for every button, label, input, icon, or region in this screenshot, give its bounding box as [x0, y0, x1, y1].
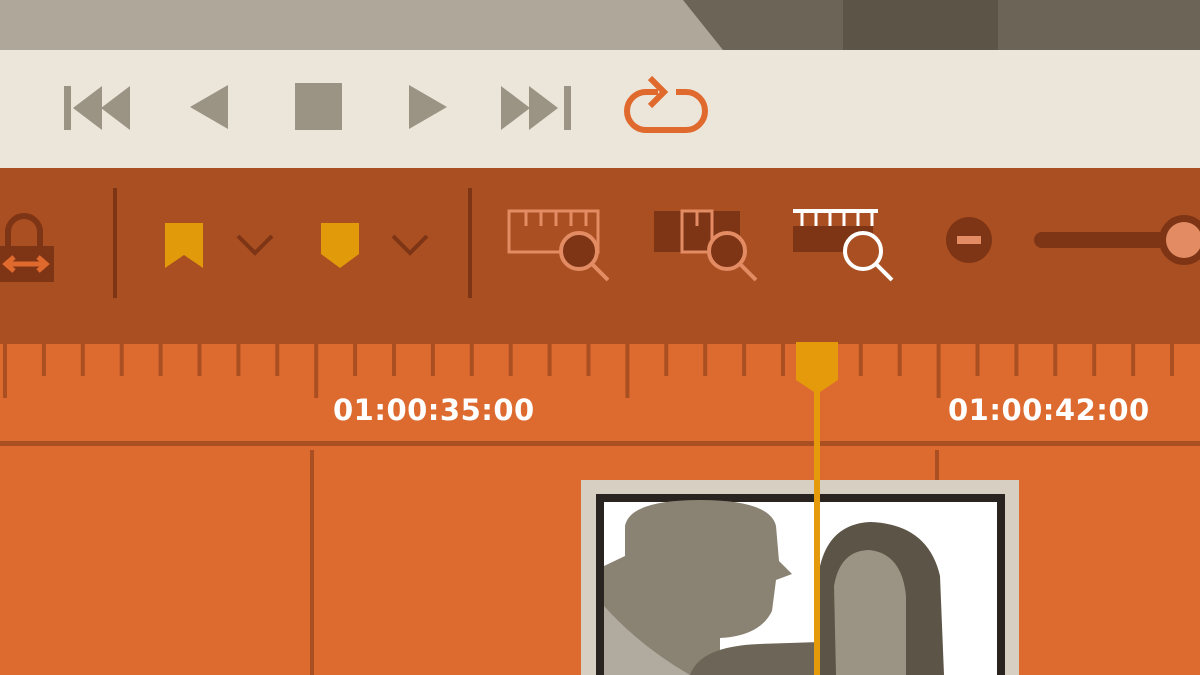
ruler-tick: [547, 342, 552, 376]
zoom-out-icon[interactable]: [945, 216, 993, 264]
zoom-to-selection-icon[interactable]: [654, 208, 764, 284]
playhead-line: [814, 387, 820, 675]
ruler-tick: [858, 342, 863, 376]
go-to-end-icon[interactable]: [501, 86, 573, 132]
toolbar-divider: [468, 188, 472, 298]
ruler-tick: [119, 342, 124, 376]
ruler-tick: [353, 342, 358, 376]
playhead-handle[interactable]: [796, 342, 838, 394]
ruler-major-tick: [936, 342, 941, 398]
ruler-tick: [1170, 342, 1174, 376]
ruler-tick: [1131, 342, 1136, 376]
ruler-tick: [197, 342, 202, 376]
ruler-tick: [392, 342, 396, 376]
ruler-tick: [469, 342, 474, 376]
ruler-baseline: [0, 338, 1200, 344]
ruler-tick: [586, 342, 591, 376]
in-marker-icon[interactable]: [321, 223, 361, 269]
marker-icon[interactable]: [165, 223, 205, 269]
top-bar: [0, 0, 1200, 50]
zoom-slider[interactable]: [1030, 210, 1200, 270]
timecode-label: 01:00:42:00: [948, 393, 1150, 427]
ruler-tick: [781, 342, 785, 376]
ruler-tick: [508, 342, 513, 376]
lock-clip-icon[interactable]: [0, 206, 58, 286]
ruler-tick: [742, 342, 747, 376]
clip-boundary: [310, 450, 314, 675]
zoom-ruler-icon[interactable]: [790, 208, 900, 284]
timeline-ruler[interactable]: 01:00:35:00 01:00:42:00: [0, 338, 1200, 446]
stop-icon[interactable]: [295, 83, 343, 131]
ruler-major-tick: [314, 342, 319, 398]
timeline-toolbar: [0, 168, 1200, 338]
ruler-tick: [1092, 342, 1097, 376]
ruler-tick: [158, 342, 163, 376]
playhead[interactable]: [794, 342, 840, 675]
ruler-tick: [897, 342, 902, 376]
ruler-tick: [275, 342, 280, 376]
ruler-tick: [236, 342, 241, 376]
transport-bar: [0, 50, 1200, 168]
toolbar-divider: [113, 188, 117, 298]
step-back-icon[interactable]: [190, 85, 230, 131]
ruler-tick: [703, 342, 708, 376]
ruler-major-tick: [3, 342, 7, 398]
timeline-tracks[interactable]: [0, 446, 1200, 675]
ruler-tick: [41, 342, 46, 376]
ruler-major-tick: [625, 342, 630, 398]
timecode-label: 01:00:35:00: [333, 393, 535, 427]
ruler-tick: [1053, 342, 1058, 376]
ruler-tick: [430, 342, 435, 376]
tab-secondary[interactable]: [843, 0, 998, 50]
play-icon[interactable]: [409, 85, 449, 131]
ruler-tick: [1014, 342, 1019, 376]
ruler-tick: [975, 342, 980, 376]
marker-dropdown-icon[interactable]: [236, 234, 276, 258]
ruler-tick: [664, 342, 669, 376]
loop-icon[interactable]: [624, 72, 710, 136]
go-to-start-icon[interactable]: [64, 86, 136, 132]
tab-strip: [0, 0, 1200, 50]
in-marker-dropdown-icon[interactable]: [391, 234, 431, 258]
ruler-tick: [80, 342, 85, 376]
track-area: [0, 446, 1200, 675]
zoom-to-fit-icon[interactable]: [506, 208, 616, 284]
